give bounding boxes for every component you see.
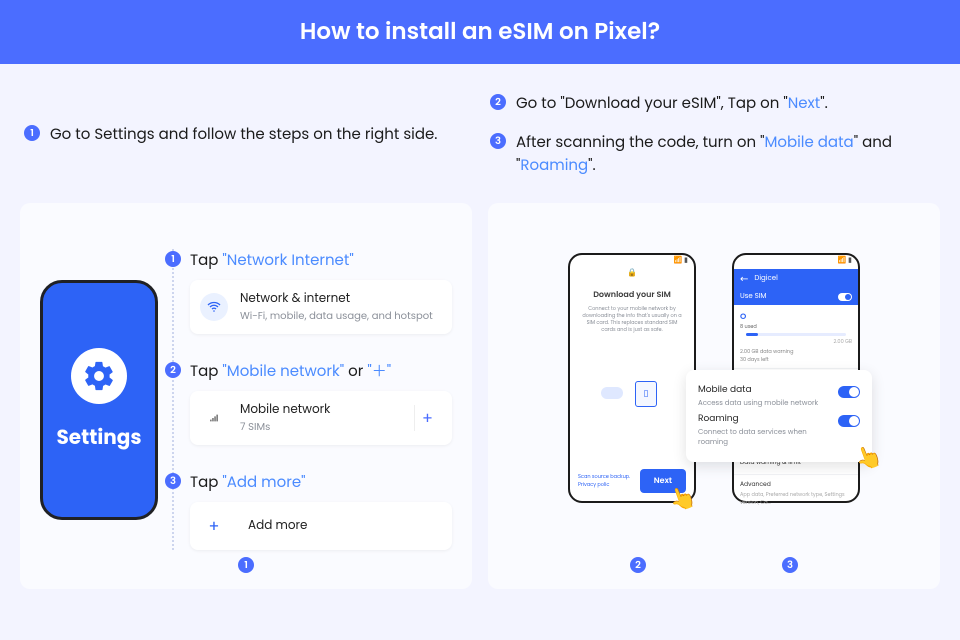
steps-list: 1 Tap "Network Internet" Network & inter… xyxy=(172,249,452,550)
card2-foot: 2 3 xyxy=(488,555,940,573)
intro-row: 1 Go to Settings and follow the steps on… xyxy=(0,64,960,203)
back-icon[interactable]: ← xyxy=(740,271,748,287)
tile-mobile-network[interactable]: Mobile network 7 SIMs + xyxy=(190,391,452,445)
foot-badge-3: 3 xyxy=(782,557,798,573)
tile-sub: 7 SIMs xyxy=(240,419,330,435)
badge-2: 2 xyxy=(490,94,506,110)
step-title-2: Tap "Mobile network" or "＋" xyxy=(190,360,452,383)
step-title-1: Tap "Network Internet" xyxy=(190,249,452,272)
step-badge-3: 3 xyxy=(165,473,181,489)
badge-3: 3 xyxy=(490,133,506,149)
foot-badge-1: 1 xyxy=(238,557,254,573)
card1-foot: 1 xyxy=(20,555,472,573)
tile-network-internet[interactable]: Network & internet Wi-Fi, mobile, data u… xyxy=(190,280,452,334)
roaming-toggle[interactable] xyxy=(838,415,860,427)
intro-right: 2 Go to "Download your eSIM", Tap on "Ne… xyxy=(490,92,936,177)
tile-name: Network & internet xyxy=(240,290,433,308)
toggle-row-roaming[interactable]: Roaming Connect to data services when ro… xyxy=(698,413,860,448)
use-sim-toggle[interactable] xyxy=(838,293,852,301)
card-1: Settings 1 Tap "Network Internet" Networ… xyxy=(20,203,472,589)
settings-phone: Settings xyxy=(40,280,158,520)
toggle-row-mobile-data[interactable]: Mobile data Access data using mobile net… xyxy=(698,384,860,409)
wifi-icon xyxy=(200,293,228,321)
download-illustration: ▯ xyxy=(597,373,667,415)
intro-bullet-1: 1 Go to Settings and follow the steps on… xyxy=(24,123,437,146)
plus-icon[interactable]: + xyxy=(414,405,440,431)
step-3: 3 Tap "Add more" + Add more xyxy=(190,471,452,550)
badge-1: 1 xyxy=(24,125,40,141)
page-header: How to install an eSIM on Pixel? xyxy=(0,0,960,64)
simcard-icon: ▯ xyxy=(635,381,657,407)
use-sim-row[interactable]: Use SIM xyxy=(734,289,858,305)
lock-icon: 🔒 xyxy=(570,267,694,279)
plus-icon: + xyxy=(200,512,228,540)
privacy-link[interactable]: Scan source backup. Privacy polic xyxy=(578,473,640,489)
signal-icon xyxy=(200,404,228,432)
step-title-3: Tap "Add more" xyxy=(190,471,452,494)
intro-text-1: Go to Settings and follow the steps on t… xyxy=(50,123,437,146)
gear-icon xyxy=(71,348,127,404)
phone-sim-settings: 📶 ▮ ← Digicel Use SIM O 8 used 2.00 GB 2… xyxy=(732,253,860,503)
tile-name: Add more xyxy=(248,517,307,535)
toggles-overlay: Mobile data Access data using mobile net… xyxy=(686,370,872,462)
tile-add-more[interactable]: + Add more xyxy=(190,502,452,550)
step-badge-2: 2 xyxy=(165,362,181,378)
tile-name: Mobile network xyxy=(240,401,330,419)
intro-bullet-2: 2 Go to "Download your eSIM", Tap on "Ne… xyxy=(490,92,936,115)
carrier-name: Digicel xyxy=(754,274,777,284)
intro-bullet-3: 3 After scanning the code, turn on "Mobi… xyxy=(490,131,936,177)
mobile-data-toggle[interactable] xyxy=(838,386,860,398)
statusbar: 📶 ▮ xyxy=(570,255,694,267)
download-title: Download your SIM xyxy=(570,289,694,301)
tile-sub: Wi-Fi, mobile, data usage, and hotspot xyxy=(240,308,433,324)
intro-left: 1 Go to Settings and follow the steps on… xyxy=(24,92,470,177)
usage-block: O 8 used 2.00 GB 2.00 GB data warning 30… xyxy=(734,305,858,368)
download-sub: Connect to your mobile network by downlo… xyxy=(570,301,694,337)
phone-download-sim: 📶 ▮ 🔒 Download your SIM Connect to your … xyxy=(568,253,696,503)
row-advanced[interactable]: AdvancedApp data, Preferred network type… xyxy=(734,474,858,513)
statusbar: 📶 ▮ xyxy=(734,255,858,267)
topbar: ← Digicel xyxy=(734,269,858,289)
step-1: 1 Tap "Network Internet" Network & inter… xyxy=(190,249,452,334)
intro-text-2: Go to "Download your eSIM", Tap on "Next… xyxy=(516,92,828,115)
intro-text-3: After scanning the code, turn on "Mobile… xyxy=(516,131,936,177)
cards-row: Settings 1 Tap "Network Internet" Networ… xyxy=(0,203,960,589)
foot-badge-2: 2 xyxy=(630,557,646,573)
step-2: 2 Tap "Mobile network" or "＋" Mobile net… xyxy=(190,360,452,445)
card-2: 📶 ▮ 🔒 Download your SIM Connect to your … xyxy=(488,203,940,589)
settings-label: Settings xyxy=(57,422,142,452)
cloud-icon xyxy=(601,387,623,399)
step-badge-1: 1 xyxy=(165,251,181,267)
page-title: How to install an eSIM on Pixel? xyxy=(300,15,660,49)
